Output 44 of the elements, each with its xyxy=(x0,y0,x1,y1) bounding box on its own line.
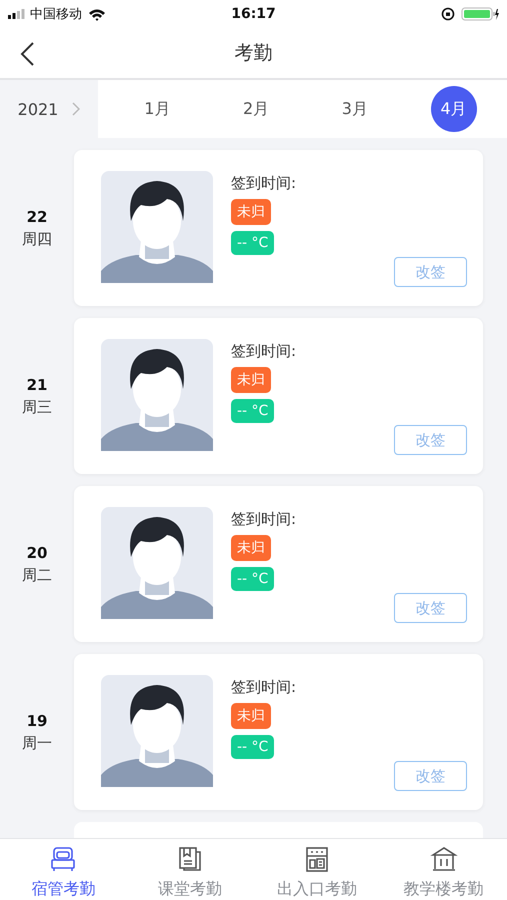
change-sign-button[interactable]: 改签 xyxy=(394,761,467,791)
temperature-tag: -- °C xyxy=(231,231,274,255)
weekday-label: 周二 xyxy=(22,566,52,584)
carrier-name: 中国移动 xyxy=(30,6,82,23)
month-tab[interactable]: 3月 xyxy=(332,86,378,132)
change-sign-button[interactable]: 改签 xyxy=(394,257,467,287)
bank-icon xyxy=(430,845,458,873)
temperature-tag: -- °C xyxy=(231,399,274,423)
month-tab[interactable]: 2月 xyxy=(233,86,280,132)
status-tag: 未归 xyxy=(231,703,271,729)
weekday-label: 周三 xyxy=(22,398,52,416)
month-tab[interactable]: 1月 xyxy=(134,86,180,132)
sign-in-time-label: 签到时间: xyxy=(231,174,296,193)
clock-time: 16:17 xyxy=(231,6,276,22)
sign-in-time-label: 签到时间: xyxy=(231,678,296,697)
sign-in-time-label: 签到时间: xyxy=(231,342,296,361)
status-tag: 未归 xyxy=(231,367,271,393)
year-selector[interactable]: 2021 xyxy=(0,80,98,138)
battery-icon xyxy=(461,7,500,21)
back-icon[interactable] xyxy=(20,42,36,66)
status-tag: 未归 xyxy=(231,199,271,225)
day-number: 22 xyxy=(26,208,48,226)
change-sign-button[interactable]: 改签 xyxy=(394,425,467,455)
bottom-tab[interactable]: 宿管考勤 xyxy=(0,839,127,900)
rotation-lock-icon xyxy=(441,7,456,21)
bottom-tab[interactable]: 教学楼考勤 xyxy=(380,839,507,900)
bottom-tab[interactable]: 课堂考勤 xyxy=(126,839,254,900)
chevron-right-icon xyxy=(72,102,80,116)
temperature-tag: -- °C xyxy=(231,567,274,591)
bottom-tab[interactable]: 出入口考勤 xyxy=(254,839,380,900)
change-sign-button[interactable]: 改签 xyxy=(394,593,467,623)
month-tab[interactable]: 4月 xyxy=(430,86,477,132)
bed-icon xyxy=(49,845,78,873)
weekday-label: 周一 xyxy=(22,734,52,752)
day-number: 21 xyxy=(26,376,48,394)
weekday-label: 周四 xyxy=(22,230,52,248)
wifi-icon xyxy=(88,8,106,20)
signal-icon xyxy=(8,9,26,19)
sign-in-time-label: 签到时间: xyxy=(231,510,296,529)
page-title: 考勤 xyxy=(234,41,272,66)
day-number: 20 xyxy=(26,544,48,562)
day-number: 19 xyxy=(26,712,48,730)
status-tag: 未归 xyxy=(231,535,271,561)
temperature-tag: -- °C xyxy=(231,735,274,759)
